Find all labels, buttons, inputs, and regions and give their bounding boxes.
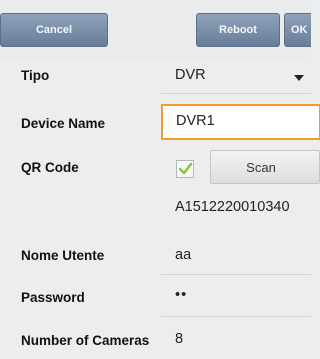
- cameras-value: 8: [175, 331, 184, 347]
- dropdown-arrow-icon: [294, 75, 304, 81]
- user-input[interactable]: aa: [161, 238, 311, 274]
- reboot-label: Reboot: [219, 24, 257, 36]
- password-underline: [161, 316, 311, 317]
- ok-button[interactable]: OK: [284, 13, 311, 47]
- cancel-label: Cancel: [35, 24, 73, 36]
- checkmark-icon: [178, 162, 193, 175]
- cancel-button[interactable]: Cancel: [0, 13, 108, 47]
- device-name-label: Device Name: [21, 116, 106, 131]
- cameras-label: Number of Cameras: [21, 333, 150, 348]
- qr-code-label: QR Code: [21, 160, 79, 175]
- ok-label: OK: [291, 24, 308, 36]
- scan-button[interactable]: Scan: [210, 150, 320, 184]
- tipo-select[interactable]: DVR: [161, 60, 311, 94]
- tipo-label: Tipo: [21, 68, 50, 83]
- top-toolbar: Cancel Reboot OK: [0, 0, 311, 60]
- qr-code-checkbox[interactable]: [176, 160, 194, 178]
- user-value: aa: [175, 247, 192, 263]
- device-name-input[interactable]: DVR1: [161, 104, 320, 140]
- reboot-button[interactable]: Reboot: [196, 13, 280, 47]
- password-input[interactable]: ••: [161, 280, 311, 316]
- tipo-value: DVR: [175, 67, 206, 83]
- user-underline: [161, 274, 311, 275]
- password-value: ••: [175, 287, 188, 303]
- user-label: Nome Utente: [21, 248, 105, 263]
- tipo-underline: [161, 93, 311, 94]
- device-name-value: DVR1: [176, 113, 215, 129]
- cameras-input[interactable]: 8: [161, 324, 311, 359]
- scan-label: Scan: [246, 159, 276, 175]
- password-label: Password: [21, 290, 85, 305]
- serial-number: A1512220010340: [175, 199, 290, 215]
